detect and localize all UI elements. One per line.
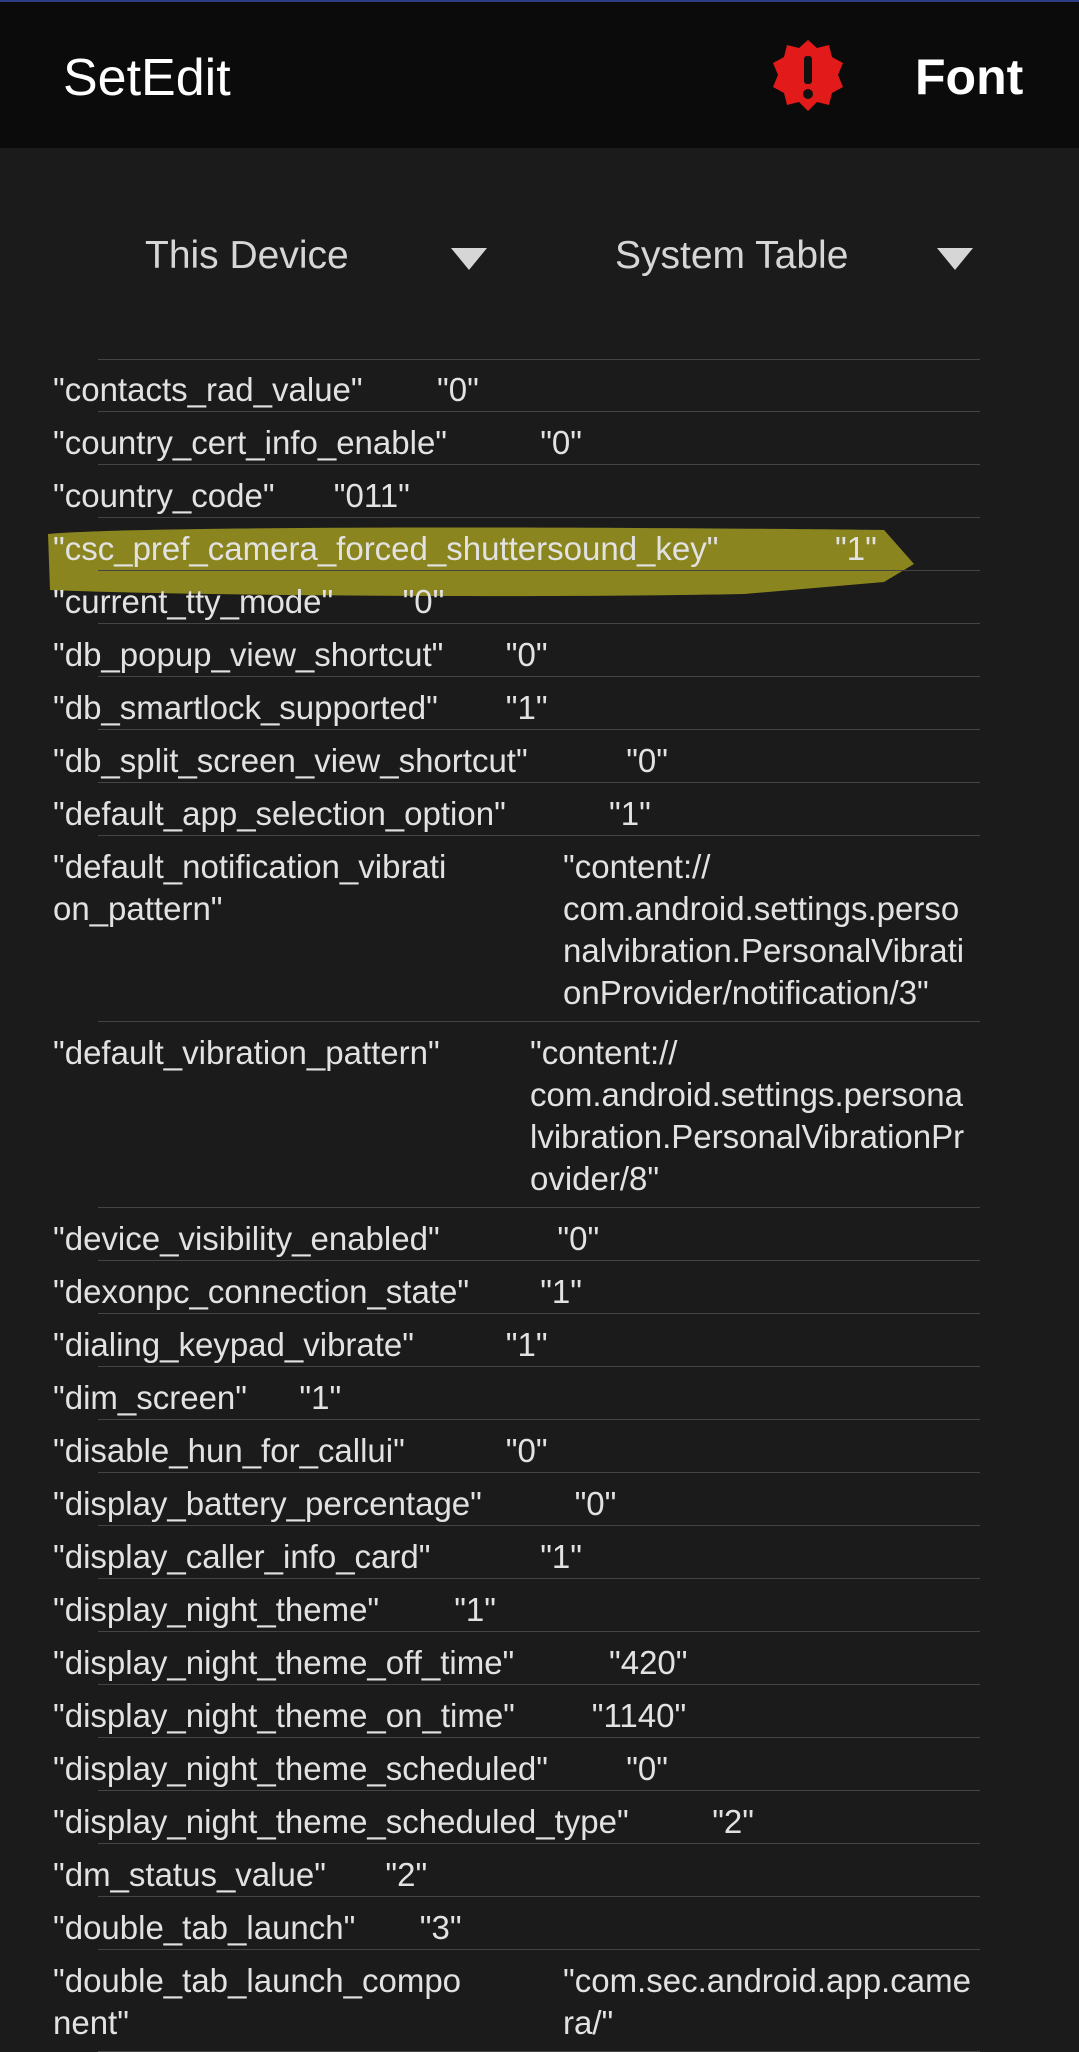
setting-key: "default_notification_vibrati on_pattern… bbox=[53, 848, 447, 927]
setting-key: "display_night_theme_scheduled_type" bbox=[53, 1803, 629, 1840]
setting-value: "1" bbox=[540, 1538, 582, 1575]
setting-value: "com.sec.android.app.came ra/" bbox=[563, 1962, 971, 2041]
setting-value: "1" bbox=[835, 530, 877, 567]
setting-value: "content:// com.android.settings.perso n… bbox=[563, 848, 965, 1011]
setting-value: "0" bbox=[626, 1750, 668, 1787]
list-item[interactable]: "display_night_theme_on_time" "1140" bbox=[0, 1685, 1079, 1738]
setting-value: "2" bbox=[712, 1803, 754, 1840]
setting-value: "0" bbox=[540, 424, 582, 461]
setting-value: "1" bbox=[454, 1591, 496, 1628]
list-item[interactable]: "country_code" "011" bbox=[0, 465, 1079, 518]
setting-value: "3" bbox=[419, 1909, 462, 1946]
font-button[interactable]: Font bbox=[915, 48, 1023, 106]
setting-key: "double_tab_launch" bbox=[53, 1909, 356, 1946]
setting-key: "dexonpc_connection_state" bbox=[53, 1273, 470, 1310]
list-item[interactable]: "display_night_theme_scheduled_type" "2" bbox=[0, 1791, 1079, 1844]
setting-key: "display_caller_info_card" bbox=[53, 1538, 431, 1575]
setting-value: "1" bbox=[505, 689, 548, 726]
list-item[interactable]: "contacts_rad_value" "0" bbox=[0, 359, 1079, 412]
list-item[interactable]: "disable_hun_for_callui" "0" bbox=[0, 1420, 1079, 1473]
setting-value: "content:// com.android.settings.persona… bbox=[530, 1034, 965, 1197]
setting-key: "country_cert_info_enable" bbox=[53, 424, 448, 461]
table-spinner-label: System Table bbox=[615, 234, 849, 277]
setting-key: "db_split_screen_view_shortcut" bbox=[53, 742, 528, 779]
setting-value: "1" bbox=[609, 795, 651, 832]
alert-badge-icon[interactable] bbox=[770, 38, 846, 114]
chevron-down-icon bbox=[451, 248, 487, 270]
setting-key: "current_tty_mode" bbox=[53, 583, 334, 620]
list-item[interactable]: "dialing_keypad_vibrate" "1" bbox=[0, 1314, 1079, 1367]
list-item[interactable]: "display_night_theme_scheduled" "0" bbox=[0, 1738, 1079, 1791]
list-item[interactable]: "country_cert_info_enable" "0" bbox=[0, 412, 1079, 465]
setting-value: "420" bbox=[609, 1644, 688, 1681]
setting-key: "disable_hun_for_callui" bbox=[53, 1432, 405, 1469]
setting-value: "1" bbox=[505, 1326, 548, 1363]
list-item[interactable]: "default_vibration_pattern" "content:// c… bbox=[0, 1022, 1079, 1208]
list-item[interactable]: "double_tab_launch_compo nent" "com.sec.a… bbox=[0, 1950, 1079, 2052]
list-item[interactable]: "csc_pref_camera_forced_shuttersound_key… bbox=[0, 518, 1079, 571]
list-item[interactable]: "display_night_theme_off_time" "420" bbox=[0, 1632, 1079, 1685]
list-item[interactable]: "dexonpc_connection_state" "1" bbox=[0, 1261, 1079, 1314]
list-item[interactable]: "dm_status_value" "2" bbox=[0, 1844, 1079, 1897]
list-item[interactable]: "default_app_selection_option" "1" bbox=[0, 783, 1079, 836]
list-item[interactable]: "db_split_screen_view_shortcut" "0" bbox=[0, 730, 1079, 783]
list-item[interactable]: "display_night_theme" "1" bbox=[0, 1579, 1079, 1632]
setting-key: "display_night_theme_scheduled" bbox=[53, 1750, 548, 1787]
list-item[interactable]: "current_tty_mode" "0" bbox=[0, 571, 1079, 624]
list-item[interactable]: "double_tab_launch" "3" bbox=[0, 1897, 1079, 1950]
setting-key: "display_night_theme" bbox=[53, 1591, 380, 1628]
setting-value: "1" bbox=[540, 1273, 582, 1310]
setting-key: "db_smartlock_supported" bbox=[53, 689, 438, 726]
list-item[interactable]: "default_notification_vibrati on_pattern… bbox=[0, 836, 1079, 1022]
setting-value: "0" bbox=[505, 1432, 548, 1469]
setting-value: "1" bbox=[299, 1379, 342, 1416]
app-bar: SetEdit Font bbox=[0, 2, 1079, 148]
list-item[interactable]: "db_popup_view_shortcut" "0" bbox=[0, 624, 1079, 677]
table-spinner[interactable]: System Table bbox=[615, 228, 975, 284]
list-item[interactable]: "display_caller_info_card" "1" bbox=[0, 1526, 1079, 1579]
settings-list: "contacts_rad_value" "0" "country_cert_inf… bbox=[0, 359, 1079, 2052]
setting-key: "display_night_theme_on_time" bbox=[53, 1697, 515, 1734]
device-spinner[interactable]: This Device bbox=[145, 228, 495, 284]
app-title: SetEdit bbox=[63, 49, 231, 107]
setting-value: "2" bbox=[385, 1856, 428, 1893]
list-item[interactable]: "display_battery_percentage" "0" bbox=[0, 1473, 1079, 1526]
chevron-down-icon bbox=[937, 248, 973, 270]
setting-key: "default_app_selection_option" bbox=[53, 795, 506, 832]
setting-value: "0" bbox=[557, 1220, 600, 1257]
setting-value: "1140" bbox=[591, 1697, 687, 1734]
setting-key: "double_tab_launch_compo nent" bbox=[53, 1962, 462, 2041]
setting-value: "0" bbox=[505, 636, 548, 673]
setting-value: "011" bbox=[333, 477, 410, 514]
list-item[interactable]: "device_visibility_enabled" "0" bbox=[0, 1208, 1079, 1261]
setting-key: "display_battery_percentage" bbox=[53, 1485, 482, 1522]
setting-value: "0" bbox=[437, 371, 479, 408]
list-item[interactable]: "db_smartlock_supported" "1" bbox=[0, 677, 1079, 730]
list-item[interactable]: "dim_screen" "1" bbox=[0, 1367, 1079, 1420]
setting-key: "db_popup_view_shortcut" bbox=[53, 636, 444, 673]
setting-value: "0" bbox=[626, 742, 668, 779]
setting-key: "country_code" bbox=[53, 477, 275, 514]
setting-key: "dm_status_value" bbox=[53, 1856, 326, 1893]
setting-value: "0" bbox=[402, 583, 445, 620]
setting-key: "device_visibility_enabled" bbox=[53, 1220, 440, 1257]
device-spinner-label: This Device bbox=[145, 234, 349, 277]
setting-value: "0" bbox=[574, 1485, 617, 1522]
setting-key: "contacts_rad_value" bbox=[53, 371, 363, 408]
setting-key: "dialing_keypad_vibrate" bbox=[53, 1326, 415, 1363]
setting-key: "default_vibration_pattern" bbox=[53, 1034, 440, 1071]
setting-key: "dim_screen" bbox=[53, 1379, 248, 1416]
setting-key: "csc_pref_camera_forced_shuttersound_key… bbox=[53, 530, 719, 567]
setting-key: "display_night_theme_off_time" bbox=[53, 1644, 515, 1681]
